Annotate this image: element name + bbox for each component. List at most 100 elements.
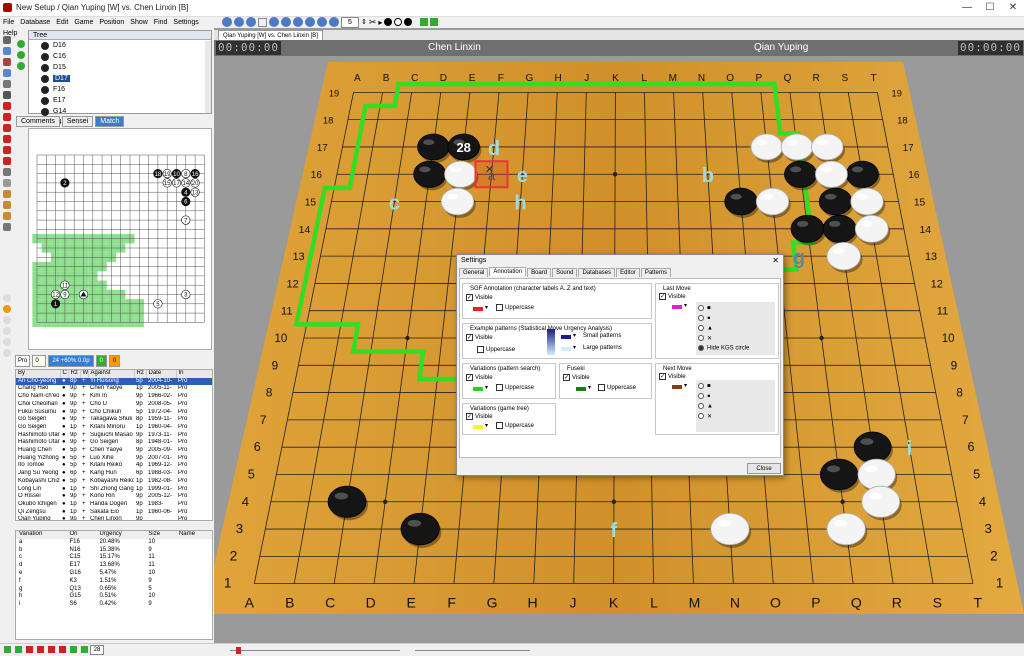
games-column-header[interactable]: C	[60, 370, 69, 378]
bottom-tool-1-icon[interactable]	[4, 646, 11, 653]
fuseki-dropdown-icon[interactable]: ▾	[588, 384, 591, 391]
games-row[interactable]: Okubo Ichigen ● 1p + Handa Dogen 9p 1983- Pro	[16, 501, 212, 509]
pro-filter[interactable]: Pro	[15, 355, 31, 367]
circle-b-icon[interactable]	[3, 316, 11, 324]
tool-icon-5[interactable]	[3, 80, 11, 88]
games-row[interactable]: An Cho-yeong ● 8p + Yi Huisong 5p 2004-10- Pro	[16, 377, 212, 386]
tree-item[interactable]: E17	[29, 95, 211, 106]
goto-icon[interactable]	[329, 17, 339, 27]
prev-variation-icon[interactable]	[317, 17, 327, 27]
marker-option[interactable]: ▲	[698, 403, 713, 410]
timeline-thumb[interactable]	[236, 647, 241, 654]
tree-scrollbar[interactable]	[205, 41, 211, 113]
back-icon[interactable]	[246, 17, 256, 27]
radio-button[interactable]	[698, 393, 704, 399]
games-row[interactable]: Long Lin ● 1p + Shi Zhong Gang 1p 1999-01- Pro	[16, 486, 212, 494]
marker-option[interactable]: ▲	[698, 325, 713, 332]
pattern-minimap[interactable]: 2 18 10 8 16 7 5 3 19 15 17 14 204613 1112 91	[29, 129, 211, 349]
variation-row[interactable]: b N16 15.38% 9	[16, 547, 212, 555]
radio-button[interactable]	[698, 345, 704, 351]
nav-up-icon[interactable]	[17, 40, 25, 48]
games-row[interactable]: Choi Cheolhan ● 9p + Cho U 9p 2008-05- Pro	[16, 401, 212, 409]
tab-sound[interactable]: Sound	[552, 268, 578, 277]
var-search-dropdown-icon[interactable]: ▾	[485, 384, 488, 391]
tab-annotation[interactable]: Annotation	[489, 267, 527, 276]
radio-button[interactable]	[698, 403, 704, 409]
var-tree-swatch[interactable]	[473, 425, 483, 429]
square-icon[interactable]	[258, 17, 267, 27]
tool-icon-8[interactable]	[3, 113, 11, 121]
marker-option[interactable]: Hide KGS circle	[698, 345, 749, 352]
games-row[interactable]: Go Seigen ● 1p + Kitani Minoru 1p 1960-04- Pro	[16, 424, 212, 432]
nav-left-icon[interactable]	[17, 62, 25, 70]
variation-row[interactable]: e G16 5.47% 10	[16, 570, 212, 578]
games-row[interactable]: Chang Hao ● 9p + Chen Yaoye 1p 2005-11- Pro	[16, 385, 212, 393]
games-column-header[interactable]: By	[16, 370, 61, 378]
filter-count[interactable]: 0	[32, 355, 47, 367]
tree-item[interactable]: C16	[29, 51, 211, 62]
variation-column-header[interactable]: On	[66, 531, 97, 539]
radio-button[interactable]	[698, 383, 704, 389]
bottom-tool-2-icon[interactable]	[15, 646, 22, 653]
settings-close-button[interactable]: Close	[747, 463, 781, 474]
variation-row[interactable]: a F16 20.48% 10	[16, 539, 212, 547]
nav-down-icon[interactable]	[17, 51, 25, 59]
marker-option[interactable]: ●	[698, 315, 711, 322]
small-pattern-swatch[interactable]	[561, 335, 571, 339]
fuseki-swatch[interactable]	[576, 387, 586, 391]
tab-patterns[interactable]: Patterns	[640, 268, 672, 277]
next-variation-icon[interactable]	[305, 17, 315, 27]
games-column-header[interactable]: Wr	[80, 370, 89, 378]
marker-option[interactable]: ■	[698, 305, 711, 312]
circle-e-icon[interactable]	[3, 349, 11, 357]
last-move-dropdown-icon[interactable]: ▾	[684, 302, 687, 309]
marker-option[interactable]: ✕	[698, 413, 712, 420]
circle-c-icon[interactable]	[3, 327, 11, 335]
variation-column-header[interactable]: Name	[175, 531, 212, 539]
radio-button[interactable]	[698, 315, 704, 321]
last-move-swatch[interactable]	[672, 305, 682, 309]
menu-position[interactable]: Position	[96, 17, 127, 28]
tool-icon-9[interactable]	[3, 124, 11, 132]
letter-a-icon[interactable]	[3, 146, 11, 154]
variation-row[interactable]: f K3 1.51% 9	[16, 578, 212, 586]
menu-file[interactable]: File	[0, 17, 17, 28]
menu-game[interactable]: Game	[71, 17, 96, 28]
volume-slider[interactable]	[415, 650, 475, 651]
sgf-color-swatch[interactable]	[473, 307, 483, 311]
var-search-visible-checkbox[interactable]: ✓	[466, 374, 473, 381]
variation-row[interactable]: d E17 13.68% 11	[16, 562, 212, 570]
bottom-tool-7-icon[interactable]	[70, 646, 77, 653]
tool-icon-18[interactable]	[3, 223, 11, 231]
tool-icon-17[interactable]	[3, 212, 11, 220]
menu-settings[interactable]: Settings	[170, 17, 201, 28]
games-row[interactable]: Fukui Susumu ● 9p + Cho Chikun 5p 1972-04- Pro	[16, 409, 212, 417]
spin-icon[interactable]: ⇕	[361, 18, 367, 26]
variation-column-header[interactable]: Variation	[16, 531, 67, 539]
stop-icon[interactable]	[3, 102, 11, 110]
green-box-2-icon[interactable]	[430, 18, 439, 26]
last-move-icon[interactable]	[293, 17, 303, 27]
games-column-header[interactable]: Rz	[68, 370, 81, 378]
speed-slider[interactable]	[470, 650, 530, 651]
games-column-header[interactable]: Against	[88, 370, 135, 378]
play-icon[interactable]: ▸	[378, 18, 382, 27]
variation-row[interactable]: g Q13 0.65% 5	[16, 586, 212, 594]
large-pattern-swatch[interactable]	[561, 347, 571, 351]
tree-item[interactable]: D16	[29, 40, 211, 51]
small-pattern-dropdown-icon[interactable]: ▾	[573, 332, 576, 339]
circle-a-icon[interactable]	[3, 294, 11, 302]
timeline-slider[interactable]	[230, 650, 400, 651]
games-column-header[interactable]: Rz	[134, 370, 147, 378]
games-column-header[interactable]: Date	[146, 370, 177, 378]
variation-row[interactable]: c C15 15.17% 11	[16, 554, 212, 562]
variation-column-header[interactable]: Size	[145, 531, 176, 539]
games-row[interactable]: Hashimoto Utar ● 9p + Sugiuchi Masao 9p 1973-1…	[16, 432, 212, 440]
forward-ten-icon[interactable]	[281, 17, 291, 27]
fuseki-uppercase-checkbox[interactable]	[598, 384, 605, 391]
bottom-tool-3-icon[interactable]	[26, 646, 33, 653]
next-move-dropdown-icon[interactable]: ▾	[684, 382, 687, 389]
marker-option[interactable]: ●	[698, 393, 711, 400]
games-row[interactable]: Qian Yuping ● 9p + Chen Linxin 9p Pro	[16, 516, 212, 520]
forward-icon[interactable]	[269, 17, 279, 27]
